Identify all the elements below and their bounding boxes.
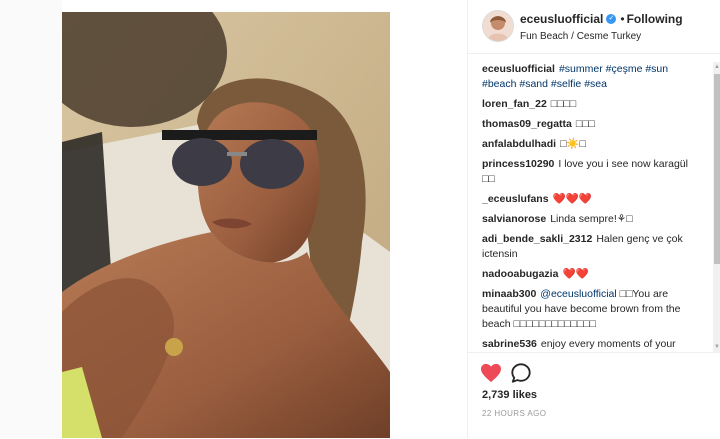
page-background-left — [0, 0, 62, 438]
scroll-down-arrow-icon[interactable]: ▼ — [713, 342, 720, 352]
comments-list[interactable]: eceusluofficial #summer #çeşme #sun #beac… — [468, 62, 713, 352]
scroll-up-arrow-icon[interactable]: ▲ — [713, 62, 720, 72]
post-timestamp: 22 HOURS AGO — [482, 409, 547, 418]
comment-text: □☀️□ — [560, 138, 586, 150]
comment-username[interactable]: nadooabugazia — [482, 268, 558, 280]
comment-bubble-icon[interactable] — [510, 362, 532, 384]
comment-username[interactable]: princess10290 — [482, 158, 554, 170]
comment-username[interactable]: loren_fan_22 — [482, 98, 547, 110]
comment-item: nadooabugazia ❤️❤️ — [468, 267, 713, 282]
caption-username[interactable]: eceusluofficial — [482, 63, 555, 75]
comment-username[interactable]: _eceuslufans — [482, 193, 549, 205]
comment-text: □□□□ — [550, 98, 577, 110]
comment-username[interactable]: salvianorose — [482, 213, 546, 225]
header-username[interactable]: eceusluofficial — [520, 12, 603, 26]
verified-badge-icon: ✓ — [606, 13, 617, 24]
likes-count[interactable]: 2,739 likes — [482, 389, 537, 401]
comment-text: ❤️❤️ — [562, 268, 589, 280]
comments-scrollbar[interactable]: ▲ ▼ — [713, 62, 720, 352]
post-header: eceusluofficial ✓ • Following Fun Beach / C… — [468, 0, 720, 54]
comment-item: loren_fan_22 □□□□ — [468, 97, 713, 112]
hashtag[interactable]: #selfie — [551, 78, 581, 90]
comment-username[interactable]: adi_bende_sakli_2312 — [482, 233, 592, 245]
comment-username[interactable]: anfalabdulhadi — [482, 138, 556, 150]
comment-username[interactable]: minaab300 — [482, 288, 536, 300]
comment-username[interactable]: thomas09_regatta — [482, 118, 572, 130]
hashtag[interactable]: #beach — [482, 78, 516, 90]
hashtag[interactable]: #sand — [519, 78, 548, 90]
comment-mention[interactable]: @eceusluofficial — [540, 288, 616, 300]
hashtag[interactable]: #sea — [584, 78, 607, 90]
scrollbar-thumb[interactable] — [714, 74, 720, 264]
comment-item: thomas09_regatta □□□ — [468, 117, 713, 132]
hashtag[interactable]: #summer — [559, 63, 603, 75]
comment-item: sabrine536enjoy every moments of your li… — [468, 337, 713, 352]
location-link[interactable]: Fun Beach / Cesme Turkey — [520, 31, 641, 42]
comment-text: □□□ — [575, 118, 595, 130]
caption: eceusluofficial #summer #çeşme #sun #beac… — [468, 62, 713, 92]
following-button[interactable]: Following — [627, 12, 683, 26]
heart-icon[interactable] — [480, 363, 502, 383]
comment-username[interactable]: sabrine536 — [482, 338, 537, 350]
comment-item: minaab300 @eceusluofficial □□You are beau… — [468, 287, 713, 332]
post-side-panel: eceusluofficial ✓ • Following Fun Beach / C… — [467, 0, 720, 438]
comment-item: anfalabdulhadi □☀️□ — [468, 137, 713, 152]
avatar[interactable] — [482, 10, 514, 42]
comment-item: princess10290 I love you i see now karagü… — [468, 157, 713, 187]
selfie-image — [62, 12, 390, 438]
hashtag[interactable]: #çeşme — [606, 63, 643, 75]
comment-item: _eceuslufans ❤️❤️❤️ — [468, 192, 713, 207]
comment-text: ❤️❤️❤️ — [552, 193, 592, 205]
avatar-image — [483, 11, 513, 41]
post-photo[interactable] — [62, 12, 390, 438]
header-user-row: eceusluofficial ✓ • Following — [520, 12, 683, 26]
comment-text: Linda sempre!⚘□ — [550, 213, 633, 225]
comment-item: salvianorose Linda sempre!⚘□ — [468, 212, 713, 227]
separator-dot: • — [620, 12, 625, 26]
post-actions: 2,739 likes 22 HOURS AGO — [468, 352, 720, 439]
comment-item: adi_bende_sakli_2312 Halen genç ve çok ic… — [468, 232, 713, 262]
hashtag[interactable]: #sun — [645, 63, 668, 75]
